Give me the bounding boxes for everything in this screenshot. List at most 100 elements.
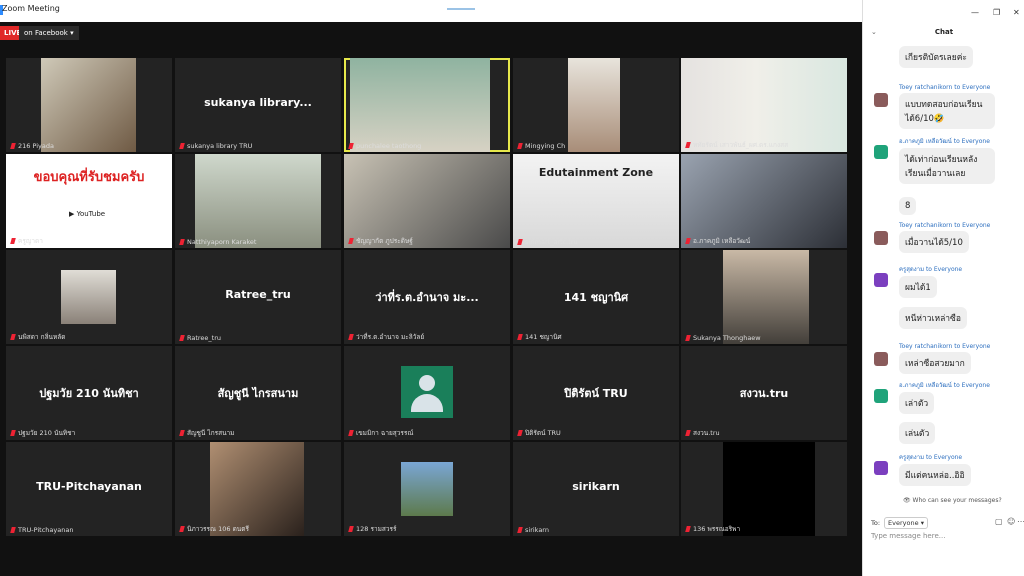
participant-tile[interactable]: ปฐมวัย 210 นันทิชา ปฐมวัย 210 นันทิชา — [6, 346, 172, 440]
minimize-icon[interactable]: — — [971, 8, 979, 17]
participant-display-name: ปิติรัตน์ TRU — [564, 387, 628, 400]
chat-message: Toey ratchanikorn to Everyone เมื่อวานได้… — [871, 222, 1021, 253]
participant-name-label: ปิติรัตน์ TRU — [518, 428, 561, 438]
participant-display-name: TRU-Pitchayanan — [36, 480, 142, 493]
participant-video — [195, 154, 321, 248]
participant-tile[interactable]: Natthiyaporn Karaket — [175, 154, 341, 248]
chat-bubble: หนีห่าวเหล่าซือ — [899, 307, 967, 329]
participant-display-name: Ratree_tru — [225, 288, 291, 301]
participant-tile[interactable]: 128 รามสวรร์ — [344, 442, 510, 536]
participant-tile[interactable]: sukanya library... sukanya library TRU — [175, 58, 341, 152]
participant-name-label: 136 พรรณอริพา — [686, 524, 740, 534]
more-icon[interactable]: ⋯ — [1017, 517, 1024, 526]
participant-tile[interactable]: สัญชูนี ไกรสนาม สัญชูนี ไกรสนาม — [175, 346, 341, 440]
participant-name-label: 216 Piyada — [11, 142, 54, 150]
youtube-logo: ▶ YouTube — [69, 210, 106, 218]
chat-sender: อ.ภาคภูมิ เหลือวัฒน์ to Everyone — [899, 382, 990, 389]
who-can-see-text: Who can see your messages? — [912, 497, 1002, 504]
participant-tile[interactable]: punchalee taothong — [344, 58, 510, 152]
chat-bubble: เมื่อวานได้5/10 — [899, 231, 969, 253]
sender-avatar — [874, 273, 888, 287]
participant-tile[interactable]: sirikarn sirikarn — [513, 442, 679, 536]
chat-input[interactable]: Type message here... — [871, 532, 945, 540]
chat-message: อ.ภาคภูมิ เหลือวัฒน์ to Everyone เล่าตัว — [871, 380, 1021, 414]
recipient-select[interactable]: Everyone ▾ — [884, 517, 928, 529]
participant-display-name: สงวน.tru — [739, 387, 789, 400]
video-gallery: LIVE on Facebook ▾ 216 Piyada sukanya lib… — [0, 22, 862, 576]
participant-tile[interactable]: 216 Piyada — [6, 58, 172, 152]
participant-name-label: 141 ชญานิศ — [518, 332, 562, 342]
participant-tile[interactable]: Sukanya Thonghaew — [681, 250, 847, 344]
title-bar: Zoom Meeting — [0, 0, 862, 23]
chat-bubble: 8 — [899, 197, 917, 215]
participant-display-name: ปฐมวัย 210 นันทิชา — [39, 387, 139, 400]
chat-message: เกียรติบัตรเลยค่ะ — [871, 44, 1021, 68]
participant-tile[interactable]: อ.ภาคภูมิ เหลือวัฒน์ — [681, 154, 847, 248]
participant-tile[interactable]: สงวน.tru สงวน.tru — [681, 346, 847, 440]
participant-name-label: สงวน.tru — [686, 428, 720, 438]
video-banner-text: Edutainment Zone — [538, 166, 654, 179]
sender-avatar — [874, 231, 888, 245]
participant-video — [344, 154, 510, 248]
recipient-row: To: Everyone ▾ — [871, 517, 928, 529]
participant-name-label: นิภาวรรณ 106 ดนตรี — [180, 524, 249, 534]
live-destination-dropdown[interactable]: on Facebook ▾ — [19, 26, 79, 40]
participant-tile[interactable]: ว่าที่ร.ต.อำนาจ มะ... ว่าที่ร.ต.อำนาจ มะล… — [344, 250, 510, 344]
to-label: To: — [871, 519, 881, 527]
participant-name-label: Ratree_tru — [180, 334, 221, 342]
participant-video — [210, 442, 304, 536]
participant-video — [681, 154, 847, 248]
participant-name-label: sirimart_artc.tru — [518, 238, 578, 246]
live-destination-label: on Facebook — [24, 29, 68, 37]
chat-sender: Toey ratchanikorn to Everyone — [899, 84, 991, 91]
file-icon[interactable]: ▢ — [995, 517, 1003, 526]
drag-indicator[interactable] — [447, 8, 475, 10]
participant-video — [61, 270, 116, 324]
participant-name-label: sukanya library TRU — [180, 142, 252, 150]
chat-sender: ครูสุดงาม to Everyone — [899, 454, 963, 461]
sender-avatar — [874, 145, 888, 159]
chat-bubble: ได้เท่าก่อนเรียนหลังเรียนเมื่อวานเลย — [899, 148, 995, 184]
participant-video — [401, 462, 453, 516]
participant-tile[interactable]: 136 พรรณอริพา — [681, 442, 847, 536]
participant-name-label: หทัยรัตน์ เสาวพันธ์_ผศ.ดร.แกงสส — [686, 140, 788, 150]
video-banner-text: ขอบคุณที่รับชมครับ — [33, 170, 145, 185]
participant-display-name: ว่าที่ร.ต.อำนาจ มะ... — [375, 291, 479, 304]
chat-sender: ครูสุดงาม to Everyone — [899, 266, 963, 273]
participant-tile[interactable]: นพิสดา กลิ่นหลัด — [6, 250, 172, 344]
chat-message: ครูสุดงาม to Everyone มีแต่คนหล่อ..อิอิ — [871, 452, 1021, 486]
participant-tile[interactable]: TRU-Pitchayanan TRU-Pitchayanan — [6, 442, 172, 536]
participant-name-label: ครูญาดา — [11, 236, 43, 246]
participant-name-label: อ.ภาคภูมิ เหลือวัฒน์ — [686, 236, 750, 246]
window-title: Zoom Meeting — [2, 4, 60, 13]
participant-tile[interactable]: Mingying Ch — [513, 58, 679, 152]
sender-avatar — [874, 389, 888, 403]
participant-tile[interactable]: ปิติรัตน์ TRU ปิติรัตน์ TRU — [513, 346, 679, 440]
participant-tile[interactable]: ขอบคุณที่รับชมครับ ▶ YouTube ครูญาดา — [6, 154, 172, 248]
participant-name-label: TRU-Pitchayanan — [11, 526, 73, 534]
participant-tile[interactable]: ชัญญากัต ภูประดิษฐ์ — [344, 154, 510, 248]
chat-bubble: เล่นตัว — [899, 422, 936, 444]
chat-sender: Toey ratchanikorn to Everyone — [899, 343, 991, 350]
participant-tile[interactable]: Ratree_tru Ratree_tru — [175, 250, 341, 344]
participant-tile[interactable]: นิภาวรรณ 106 ดนตรี — [175, 442, 341, 536]
participant-name-label: Natthiyaporn Karaket — [180, 238, 256, 246]
eye-icon: 👁 — [903, 497, 911, 504]
chat-sender: Toey ratchanikorn to Everyone — [899, 222, 991, 229]
chat-message: หนีห่าวเหล่าซือ — [871, 305, 1021, 329]
who-can-see-link[interactable]: 👁 Who can see your messages? — [903, 497, 1002, 504]
participant-name-label: ปฐมวัย 210 นันทิชา — [11, 428, 75, 438]
restore-icon[interactable]: ❐ — [993, 8, 1000, 17]
participant-tile[interactable]: เขมมิกา ฉายสุวรรณ์ — [344, 346, 510, 440]
emoji-icon[interactable]: ☺ — [1007, 517, 1015, 526]
participant-name-label: นพิสดา กลิ่นหลัด — [11, 332, 65, 342]
participant-tile[interactable]: 141 ชญานิศ 141 ชญานิศ — [513, 250, 679, 344]
participant-display-name: sirikarn — [572, 480, 620, 493]
participant-tile[interactable]: หทัยรัตน์ เสาวพันธ์_ผศ.ดร.แกงสส — [681, 58, 847, 152]
chat-message: Toey ratchanikorn to Everyone แบบทดสอบก่อ… — [871, 84, 1021, 129]
participant-name-label: punchalee taothong — [349, 142, 421, 150]
chat-bubble: ผมได้1 — [899, 276, 937, 298]
close-icon[interactable]: ✕ — [1013, 8, 1020, 17]
participant-tile[interactable]: Edutainment Zone sirimart_artc.tru — [513, 154, 679, 248]
sender-avatar — [874, 461, 888, 475]
